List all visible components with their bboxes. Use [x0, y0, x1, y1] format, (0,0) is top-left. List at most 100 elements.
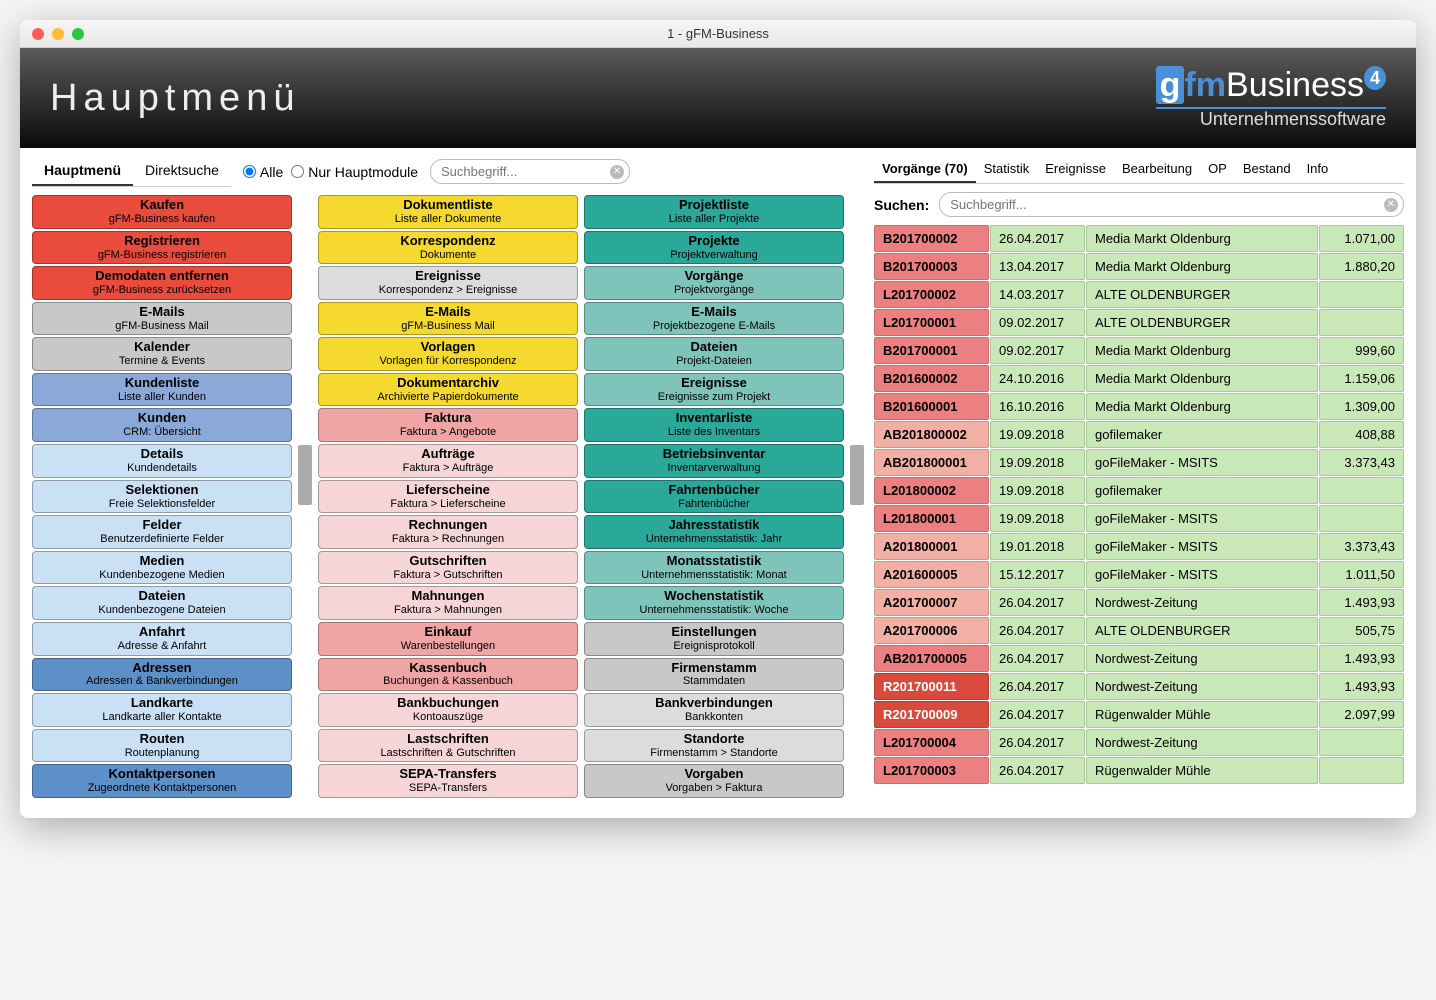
menu-button[interactable]: BetriebsinventarInventarverwaltung	[584, 444, 844, 478]
menu-button-subtitle: Landkarte aller Kontakte	[37, 711, 287, 724]
menu-button[interactable]: EinstellungenEreignisprotokoll	[584, 622, 844, 656]
header: Hauptmenü gfmBusiness4 Unternehmenssoftw…	[20, 48, 1416, 148]
menu-button-subtitle: Faktura > Mahnungen	[323, 604, 573, 617]
radio-alle[interactable]: Alle	[243, 164, 283, 180]
table-row[interactable]: B20170000313.04.2017Media Markt Oldenbur…	[874, 253, 1404, 280]
right-tab[interactable]: Vorgänge (70)	[874, 156, 976, 183]
menu-button[interactable]: VorgabenVorgaben > Faktura	[584, 764, 844, 798]
menu-button[interactable]: SEPA-TransfersSEPA-Transfers	[318, 764, 578, 798]
menu-button[interactable]: FahrtenbücherFahrtenbücher	[584, 480, 844, 514]
table-row[interactable]: L20170000109.02.2017ALTE OLDENBURGER	[874, 309, 1404, 336]
menu-button[interactable]: KorrespondenzDokumente	[318, 231, 578, 265]
menu-button[interactable]: MahnungenFaktura > Mahnungen	[318, 586, 578, 620]
menu-button[interactable]: RechnungenFaktura > Rechnungen	[318, 515, 578, 549]
menu-button[interactable]: VorgängeProjektvorgänge	[584, 266, 844, 300]
menu-button[interactable]: RoutenRoutenplanung	[32, 729, 292, 763]
right-tab[interactable]: Bestand	[1235, 156, 1299, 183]
menu-button[interactable]: E-MailsgFM-Business Mail	[32, 302, 292, 336]
menu-button-subtitle: Stammdaten	[589, 675, 839, 688]
menu-button[interactable]: DateienProjekt-Dateien	[584, 337, 844, 371]
menu-button[interactable]: KundenlisteListe aller Kunden	[32, 373, 292, 407]
menu-button[interactable]: FirmenstammStammdaten	[584, 658, 844, 692]
menu-button[interactable]: StandorteFirmenstamm > Standorte	[584, 729, 844, 763]
menu-button-title: Fahrtenbücher	[589, 483, 839, 498]
menu-button[interactable]: FakturaFaktura > Angebote	[318, 408, 578, 442]
menu-button[interactable]: DateienKundenbezogene Dateien	[32, 586, 292, 620]
menu-button[interactable]: KaufengFM-Business kaufen	[32, 195, 292, 229]
menu-button[interactable]: DetailsKundendetails	[32, 444, 292, 478]
menu-button-subtitle: Liste des Inventars	[589, 426, 839, 439]
menu-button[interactable]: E-MailsgFM-Business Mail	[318, 302, 578, 336]
right-tab[interactable]: Info	[1299, 156, 1337, 183]
scrollbar[interactable]	[850, 445, 864, 505]
menu-button[interactable]: KontaktpersonenZugeordnete Kontaktperson…	[32, 764, 292, 798]
radio-hauptmodule[interactable]: Nur Hauptmodule	[291, 164, 418, 180]
menu-button[interactable]: Demodaten entfernengFM-Business zurückse…	[32, 266, 292, 300]
menu-button[interactable]: BankverbindungenBankkonten	[584, 693, 844, 727]
menu-button[interactable]: KassenbuchBuchungen & Kassenbuch	[318, 658, 578, 692]
menu-button[interactable]: SelektionenFreie Selektionsfelder	[32, 480, 292, 514]
menu-button-title: E-Mails	[589, 305, 839, 320]
menu-button[interactable]: InventarlisteListe des Inventars	[584, 408, 844, 442]
table-row[interactable]: L20170000214.03.2017ALTE OLDENBURGER	[874, 281, 1404, 308]
clear-icon[interactable]: ✕	[1384, 198, 1398, 212]
menu-button[interactable]: MonatsstatistikUnternehmensstatistik: Mo…	[584, 551, 844, 585]
menu-button[interactable]: LastschriftenLastschriften & Gutschrifte…	[318, 729, 578, 763]
menu-button[interactable]: AdressenAdressen & Bankverbindungen	[32, 658, 292, 692]
menu-button[interactable]: DokumentarchivArchivierte Papierdokument…	[318, 373, 578, 407]
table-row[interactable]: A20160000515.12.2017goFileMaker - MSITS1…	[874, 561, 1404, 588]
menu-button[interactable]: EinkaufWarenbestellungen	[318, 622, 578, 656]
menu-button[interactable]: KundenCRM: Übersicht	[32, 408, 292, 442]
table-row[interactable]: B20160000224.10.2016Media Markt Oldenbur…	[874, 365, 1404, 392]
menu-button[interactable]: JahresstatistikUnternehmensstatistik: Ja…	[584, 515, 844, 549]
menu-button[interactable]: ProjekteProjektverwaltung	[584, 231, 844, 265]
menu-button[interactable]: VorlagenVorlagen für Korrespondenz	[318, 337, 578, 371]
menu-button[interactable]: E-MailsProjektbezogene E-Mails	[584, 302, 844, 336]
menu-button-subtitle: Dokumente	[323, 249, 573, 262]
clear-icon[interactable]: ✕	[610, 165, 624, 179]
cell-id: A201800001	[874, 533, 989, 560]
menu-button[interactable]: BankbuchungenKontoauszüge	[318, 693, 578, 727]
table-row[interactable]: L20170000426.04.2017Nordwest-Zeitung	[874, 729, 1404, 756]
table-row[interactable]: L20180000119.09.2018goFileMaker - MSITS	[874, 505, 1404, 532]
table-row[interactable]: L20170000326.04.2017Rügenwalder Mühle	[874, 757, 1404, 784]
right-tab[interactable]: OP	[1200, 156, 1235, 183]
table-row[interactable]: A20170000626.04.2017ALTE OLDENBURGER505,…	[874, 617, 1404, 644]
menu-button[interactable]: EreignisseKorrespondenz > Ereignisse	[318, 266, 578, 300]
table-row[interactable]: B20170000109.02.2017Media Markt Oldenbur…	[874, 337, 1404, 364]
menu-button[interactable]: EreignisseEreignisse zum Projekt	[584, 373, 844, 407]
menu-button[interactable]: RegistrierengFM-Business registrieren	[32, 231, 292, 265]
menu-button[interactable]: AnfahrtAdresse & Anfahrt	[32, 622, 292, 656]
table-row[interactable]: A20180000119.01.2018goFileMaker - MSITS3…	[874, 533, 1404, 560]
menu-button[interactable]: WochenstatistikUnternehmensstatistik: Wo…	[584, 586, 844, 620]
menu-button-title: Ereignisse	[323, 269, 573, 284]
menu-button[interactable]: AufträgeFaktura > Aufträge	[318, 444, 578, 478]
table-row[interactable]: A20170000726.04.2017Nordwest-Zeitung1.49…	[874, 589, 1404, 616]
menu-button[interactable]: ProjektlisteListe aller Projekte	[584, 195, 844, 229]
menu-button-title: Korrespondenz	[323, 234, 573, 249]
table-row[interactable]: AB20180000219.09.2018gofilemaker408,88	[874, 421, 1404, 448]
tab-hauptmenu[interactable]: Hauptmenü	[32, 156, 133, 186]
table-row[interactable]: L20180000219.09.2018gofilemaker	[874, 477, 1404, 504]
table-row[interactable]: R20170001126.04.2017Nordwest-Zeitung1.49…	[874, 673, 1404, 700]
menu-button[interactable]: LieferscheineFaktura > Lieferscheine	[318, 480, 578, 514]
table-row[interactable]: B20160000116.10.2016Media Markt Oldenbur…	[874, 393, 1404, 420]
right-search-input[interactable]	[939, 192, 1404, 217]
menu-button[interactable]: DokumentlisteListe aller Dokumente	[318, 195, 578, 229]
table-row[interactable]: AB20180000119.09.2018goFileMaker - MSITS…	[874, 449, 1404, 476]
scrollbar[interactable]	[298, 445, 312, 505]
search-input[interactable]	[430, 159, 630, 184]
right-tab[interactable]: Bearbeitung	[1114, 156, 1200, 183]
table-row[interactable]: R20170000926.04.2017Rügenwalder Mühle2.0…	[874, 701, 1404, 728]
menu-button[interactable]: LandkarteLandkarte aller Kontakte	[32, 693, 292, 727]
table-row[interactable]: AB20170000526.04.2017Nordwest-Zeitung1.4…	[874, 645, 1404, 672]
table-row[interactable]: B20170000226.04.2017Media Markt Oldenbur…	[874, 225, 1404, 252]
menu-button[interactable]: KalenderTermine & Events	[32, 337, 292, 371]
cell-date: 26.04.2017	[990, 701, 1085, 728]
menu-button[interactable]: FelderBenutzerdefinierte Felder	[32, 515, 292, 549]
right-tab[interactable]: Statistik	[976, 156, 1038, 183]
menu-button[interactable]: MedienKundenbezogene Medien	[32, 551, 292, 585]
tab-direktsuche[interactable]: Direktsuche	[133, 156, 231, 186]
menu-button[interactable]: GutschriftenFaktura > Gutschriften	[318, 551, 578, 585]
right-tab[interactable]: Ereignisse	[1037, 156, 1114, 183]
